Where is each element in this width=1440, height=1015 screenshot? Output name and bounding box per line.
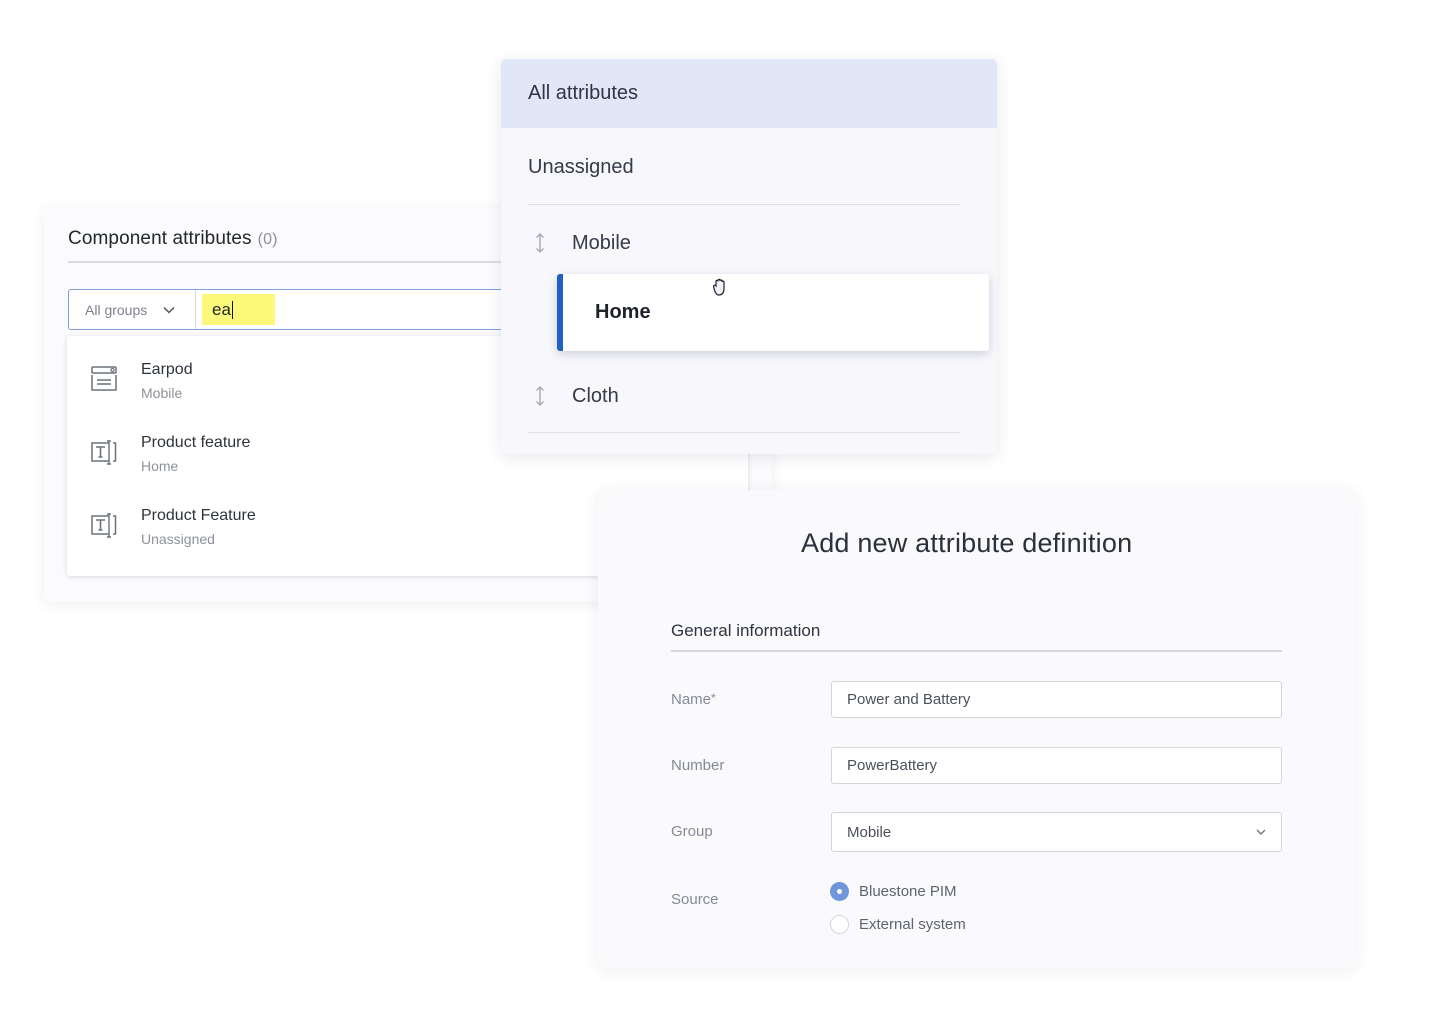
source-option-bluestone-pim[interactable]: Bluestone PIM bbox=[830, 882, 957, 901]
radio-unselected-icon[interactable] bbox=[830, 915, 849, 934]
text-attribute-icon bbox=[89, 510, 119, 540]
text-attribute-icon bbox=[89, 437, 119, 467]
required-mark: * bbox=[711, 691, 716, 705]
group-label: Cloth bbox=[572, 384, 619, 407]
section-heading: General information bbox=[671, 621, 821, 640]
unassigned-label: Unassigned bbox=[528, 155, 634, 178]
number-input-value: PowerBattery bbox=[847, 757, 938, 774]
list-attribute-icon bbox=[89, 364, 119, 394]
drag-handle-icon[interactable] bbox=[534, 385, 546, 407]
group-item-home-dragging[interactable]: Home bbox=[557, 274, 989, 351]
attribute-groups-panel: All attributes Unassigned Mobile Home Cl… bbox=[501, 59, 997, 454]
result-group: Home bbox=[141, 458, 179, 474]
group-filter-select[interactable]: All groups bbox=[69, 290, 196, 329]
name-input-value: Power and Battery bbox=[847, 691, 971, 708]
source-option-external-system[interactable]: External system bbox=[830, 915, 966, 934]
radio-label: Bluestone PIM bbox=[859, 883, 957, 900]
search-input-value: ea bbox=[212, 299, 231, 319]
group-item-mobile[interactable]: Mobile bbox=[501, 213, 997, 273]
drag-handle-icon[interactable] bbox=[534, 232, 546, 254]
chevron-down-icon bbox=[1255, 825, 1267, 837]
result-name: Earpod bbox=[141, 361, 193, 378]
group-divider bbox=[528, 204, 960, 205]
unassigned-item[interactable]: Unassigned bbox=[501, 137, 997, 197]
source-label: Source bbox=[671, 891, 719, 908]
name-label-text: Name bbox=[671, 691, 712, 708]
number-input[interactable]: PowerBattery bbox=[831, 747, 1282, 784]
component-attributes-title: Component attributes (0) bbox=[68, 228, 278, 250]
attribute-definition-form: Add new attribute definition General inf… bbox=[598, 490, 1356, 968]
component-attributes-title-text: Component attributes bbox=[68, 228, 252, 249]
grab-hand-cursor-icon bbox=[710, 277, 730, 297]
all-attributes-item[interactable]: All attributes bbox=[501, 59, 997, 128]
result-name: Product feature bbox=[141, 434, 251, 451]
radio-label: External system bbox=[859, 916, 966, 933]
name-input[interactable]: Power and Battery bbox=[831, 681, 1282, 718]
chevron-down-icon bbox=[163, 303, 175, 317]
group-item-cloth[interactable]: Cloth bbox=[501, 366, 997, 426]
component-attributes-count: (0) bbox=[257, 231, 278, 248]
radio-selected-icon[interactable] bbox=[830, 882, 849, 901]
search-input[interactable]: ea bbox=[196, 290, 528, 329]
group-label: Home bbox=[595, 301, 651, 323]
group-select-value: Mobile bbox=[847, 823, 892, 841]
section-divider bbox=[671, 650, 1282, 652]
text-caret bbox=[231, 300, 234, 319]
number-label: Number bbox=[671, 757, 725, 774]
group-label: Mobile bbox=[572, 231, 631, 254]
name-label: Name* bbox=[671, 691, 716, 708]
group-divider bbox=[528, 432, 960, 433]
result-name: Product Feature bbox=[141, 507, 256, 524]
result-group: Mobile bbox=[141, 385, 183, 401]
group-label: Group bbox=[671, 823, 713, 840]
attribute-search-bar: All groups ea bbox=[68, 289, 528, 330]
group-filter-value: All groups bbox=[85, 301, 148, 318]
group-select[interactable]: Mobile bbox=[831, 812, 1282, 852]
search-input-value-highlight: ea bbox=[202, 294, 275, 325]
form-title: Add new attribute definition bbox=[801, 528, 1133, 558]
result-group: Unassigned bbox=[141, 531, 215, 547]
title-divider bbox=[68, 261, 528, 263]
